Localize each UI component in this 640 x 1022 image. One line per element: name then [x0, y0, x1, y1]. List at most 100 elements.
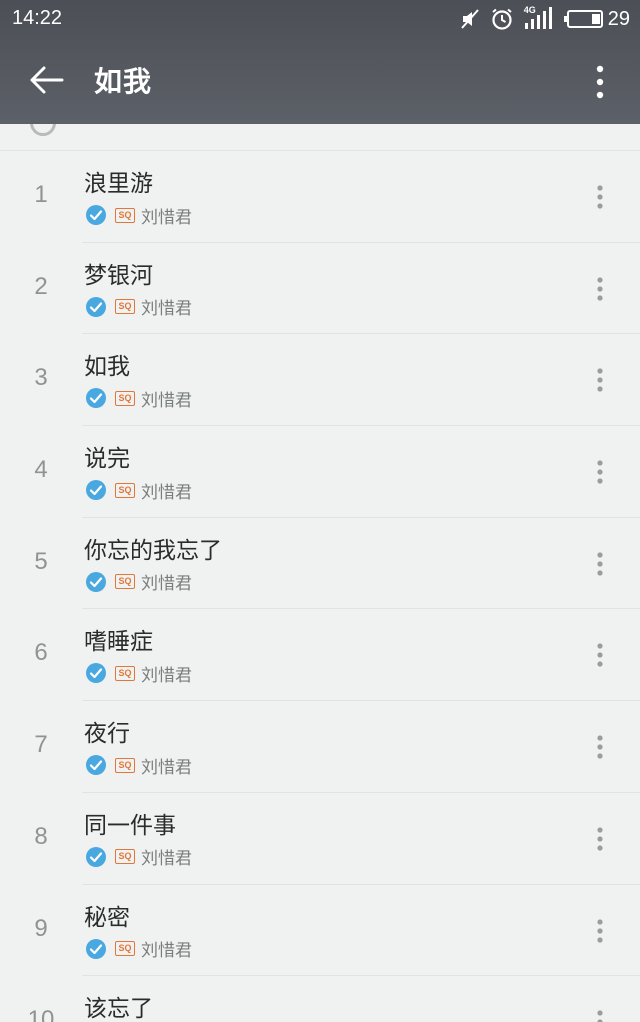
sq-quality-badge: SQ — [115, 390, 135, 406]
song-title: 梦银河 — [84, 262, 153, 289]
song-meta: SQ 刘惜君 — [85, 570, 192, 594]
song-meta: SQ 刘惜君 — [85, 478, 192, 503]
downloaded-check-icon — [86, 938, 106, 959]
status-icons: 4G 29 — [460, 5, 630, 33]
downloaded-check-icon — [86, 480, 106, 501]
artist-name: 刘惜君 — [141, 207, 192, 228]
list-header-peek — [0, 110, 640, 151]
app-screen: 14:22 4G 29 如我 1 浪里游 SQ 刘惜君 2 梦银河 SQ 刘惜君… — [0, 0, 640, 1022]
song-rows: 1 浪里游 SQ 刘惜君 2 梦银河 SQ 刘惜君 3 如我 SQ 刘惜君 4 … — [0, 151, 640, 1022]
track-number: 1 — [34, 181, 48, 208]
song-title: 浪里游 — [84, 171, 153, 197]
more-vertical-icon — [597, 735, 603, 759]
downloaded-check-icon — [86, 571, 106, 592]
downloaded-check-icon — [86, 755, 106, 776]
artist-name: 刘惜君 — [141, 665, 192, 686]
song-title: 该忘了 — [84, 996, 153, 1022]
song-row-7[interactable]: 7 夜行 SQ 刘惜君 — [0, 701, 640, 793]
song-title: 嗜睡症 — [84, 629, 153, 656]
track-number: 3 — [34, 364, 48, 392]
mute-icon — [461, 9, 479, 29]
sq-quality-badge: SQ — [115, 482, 135, 498]
artist-name: 刘惜君 — [141, 574, 192, 595]
row-more-button[interactable] — [582, 909, 618, 953]
song-meta: SQ 刘惜君 — [85, 845, 192, 869]
artist-name: 刘惜君 — [141, 757, 192, 778]
battery-icon — [563, 10, 603, 28]
song-title: 你忘的我忘了 — [84, 537, 222, 564]
sq-quality-badge: SQ — [115, 941, 135, 956]
downloaded-check-icon — [86, 296, 106, 317]
more-vertical-icon — [597, 277, 603, 301]
sq-quality-badge: SQ — [115, 849, 135, 865]
song-meta: SQ 刘惜君 — [85, 203, 192, 228]
artist-name: 刘惜君 — [141, 390, 192, 411]
track-number: 8 — [34, 822, 48, 850]
battery-level: 29 — [607, 7, 630, 30]
more-vertical-icon — [597, 918, 603, 943]
song-meta: SQ 刘惜君 — [85, 386, 192, 411]
more-vertical-icon — [597, 552, 603, 576]
song-meta: SQ 刘惜君 — [85, 753, 192, 778]
song-meta: SQ 刘惜君 — [85, 661, 192, 686]
song-title: 秘密 — [84, 904, 130, 931]
downloaded-check-icon — [86, 663, 106, 684]
arrow-left-icon — [30, 66, 64, 94]
artist-name: 刘惜君 — [141, 941, 192, 961]
song-row-8[interactable]: 8 同一件事 SQ 刘惜君 — [0, 793, 640, 885]
page-title: 如我 — [94, 65, 153, 98]
track-number: 10 — [27, 1006, 55, 1022]
more-vertical-icon — [597, 827, 603, 851]
more-vertical-icon — [597, 368, 603, 392]
more-vertical-icon — [597, 1010, 603, 1022]
row-more-button[interactable] — [582, 725, 618, 769]
status-bar: 14:22 4G 29 — [0, 0, 640, 38]
song-meta: SQ 刘惜君 — [85, 937, 192, 961]
artist-name: 刘惜君 — [141, 482, 192, 503]
back-button[interactable] — [22, 58, 70, 102]
song-row-10[interactable]: 10 该忘了 SQ 刘惜君 — [0, 976, 640, 1022]
artist-name: 刘惜君 — [141, 849, 192, 870]
row-more-button[interactable] — [582, 1000, 618, 1022]
song-list: 1 浪里游 SQ 刘惜君 2 梦银河 SQ 刘惜君 3 如我 SQ 刘惜君 4 … — [0, 110, 640, 1022]
row-more-button[interactable] — [582, 358, 618, 402]
signal-icon — [524, 7, 552, 29]
downloaded-check-icon — [86, 388, 106, 409]
more-vertical-icon — [597, 643, 603, 668]
song-row-3[interactable]: 3 如我 SQ 刘惜君 — [0, 334, 640, 426]
overflow-menu-button[interactable] — [580, 60, 620, 104]
sq-quality-badge: SQ — [115, 299, 135, 315]
song-title: 说完 — [84, 446, 130, 473]
artist-name: 刘惜君 — [141, 299, 192, 320]
more-vertical-icon — [596, 65, 604, 99]
row-more-button[interactable] — [582, 633, 618, 677]
song-row-2[interactable]: 2 梦银河 SQ 刘惜君 — [0, 243, 640, 335]
song-row-9[interactable]: 9 秘密 SQ 刘惜君 — [0, 885, 640, 977]
more-vertical-icon — [597, 185, 603, 209]
row-more-button[interactable] — [582, 175, 618, 219]
more-vertical-icon — [597, 460, 603, 484]
row-more-button[interactable] — [582, 267, 618, 311]
song-title: 如我 — [84, 354, 130, 381]
status-time: 14:22 — [12, 7, 63, 29]
sq-quality-badge: SQ — [115, 757, 135, 773]
downloaded-check-icon — [86, 205, 106, 225]
sq-quality-badge: SQ — [115, 207, 135, 223]
song-row-4[interactable]: 4 说完 SQ 刘惜君 — [0, 426, 640, 518]
row-more-button[interactable] — [582, 542, 618, 586]
song-meta: SQ 刘惜君 — [85, 295, 192, 319]
app-header: 14:22 4G 29 如我 — [0, 0, 640, 124]
track-number: 5 — [34, 547, 48, 575]
track-number: 4 — [34, 456, 48, 484]
song-row-6[interactable]: 6 嗜睡症 SQ 刘惜君 — [0, 609, 640, 701]
song-row-1[interactable]: 1 浪里游 SQ 刘惜君 — [0, 151, 640, 243]
song-row-5[interactable]: 5 你忘的我忘了 SQ 刘惜君 — [0, 518, 640, 610]
track-number: 7 — [34, 731, 48, 759]
track-number: 6 — [34, 639, 48, 667]
track-number: 2 — [34, 272, 48, 300]
song-title: 同一件事 — [84, 812, 176, 839]
network-type: 4G — [524, 5, 554, 31]
row-more-button[interactable] — [582, 450, 618, 494]
row-more-button[interactable] — [582, 817, 618, 861]
song-title: 夜行 — [84, 721, 130, 748]
